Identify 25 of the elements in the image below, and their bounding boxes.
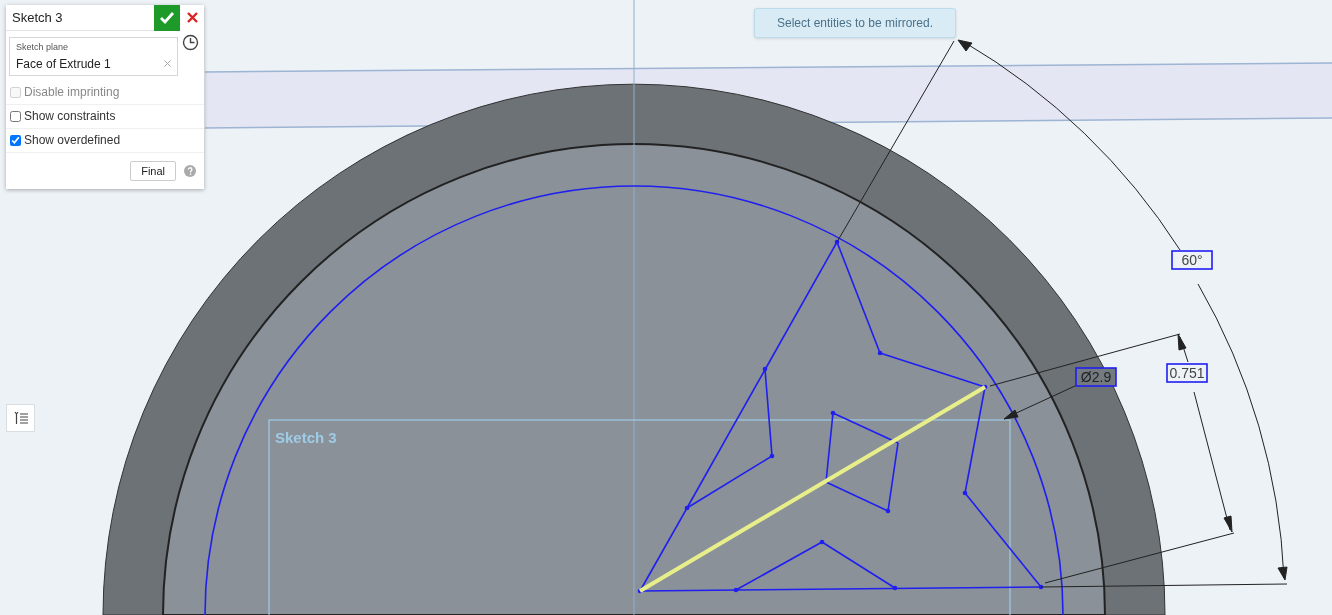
- checkbox[interactable]: [10, 110, 21, 122]
- check-icon: [159, 10, 175, 25]
- option-label: Show constraints: [24, 108, 116, 125]
- sketch-plane-field[interactable]: Sketch plane Face of Extrude 1: [9, 37, 178, 76]
- mirror-line[interactable]: [639, 385, 986, 593]
- tooltip: Select entities to be mirrored.: [754, 8, 956, 38]
- cancel-button[interactable]: [180, 4, 204, 31]
- list-button[interactable]: [6, 404, 35, 432]
- help-icon[interactable]: [184, 164, 196, 177]
- dimension-value[interactable]: 60°: [1171, 250, 1213, 270]
- dimension-value[interactable]: 0.751: [1166, 363, 1208, 383]
- final-button[interactable]: Final: [130, 160, 176, 181]
- close-icon: [186, 12, 198, 23]
- checkbox[interactable]: [10, 134, 21, 146]
- clear-icon[interactable]: [164, 60, 171, 67]
- field-value: Face of Extrude 1: [16, 55, 111, 73]
- field-label: Sketch plane: [16, 41, 70, 54]
- dimension-value[interactable]: Ø2.9: [1075, 367, 1117, 387]
- panel-title: Sketch 3: [11, 8, 64, 27]
- list-icon: [12, 410, 29, 426]
- option-label: Show overdefined: [24, 132, 121, 149]
- sketch-label: Sketch 3: [275, 429, 337, 446]
- accept-button[interactable]: [154, 4, 180, 31]
- option-label: Disable imprinting: [24, 84, 120, 101]
- clock-icon[interactable]: [182, 34, 199, 51]
